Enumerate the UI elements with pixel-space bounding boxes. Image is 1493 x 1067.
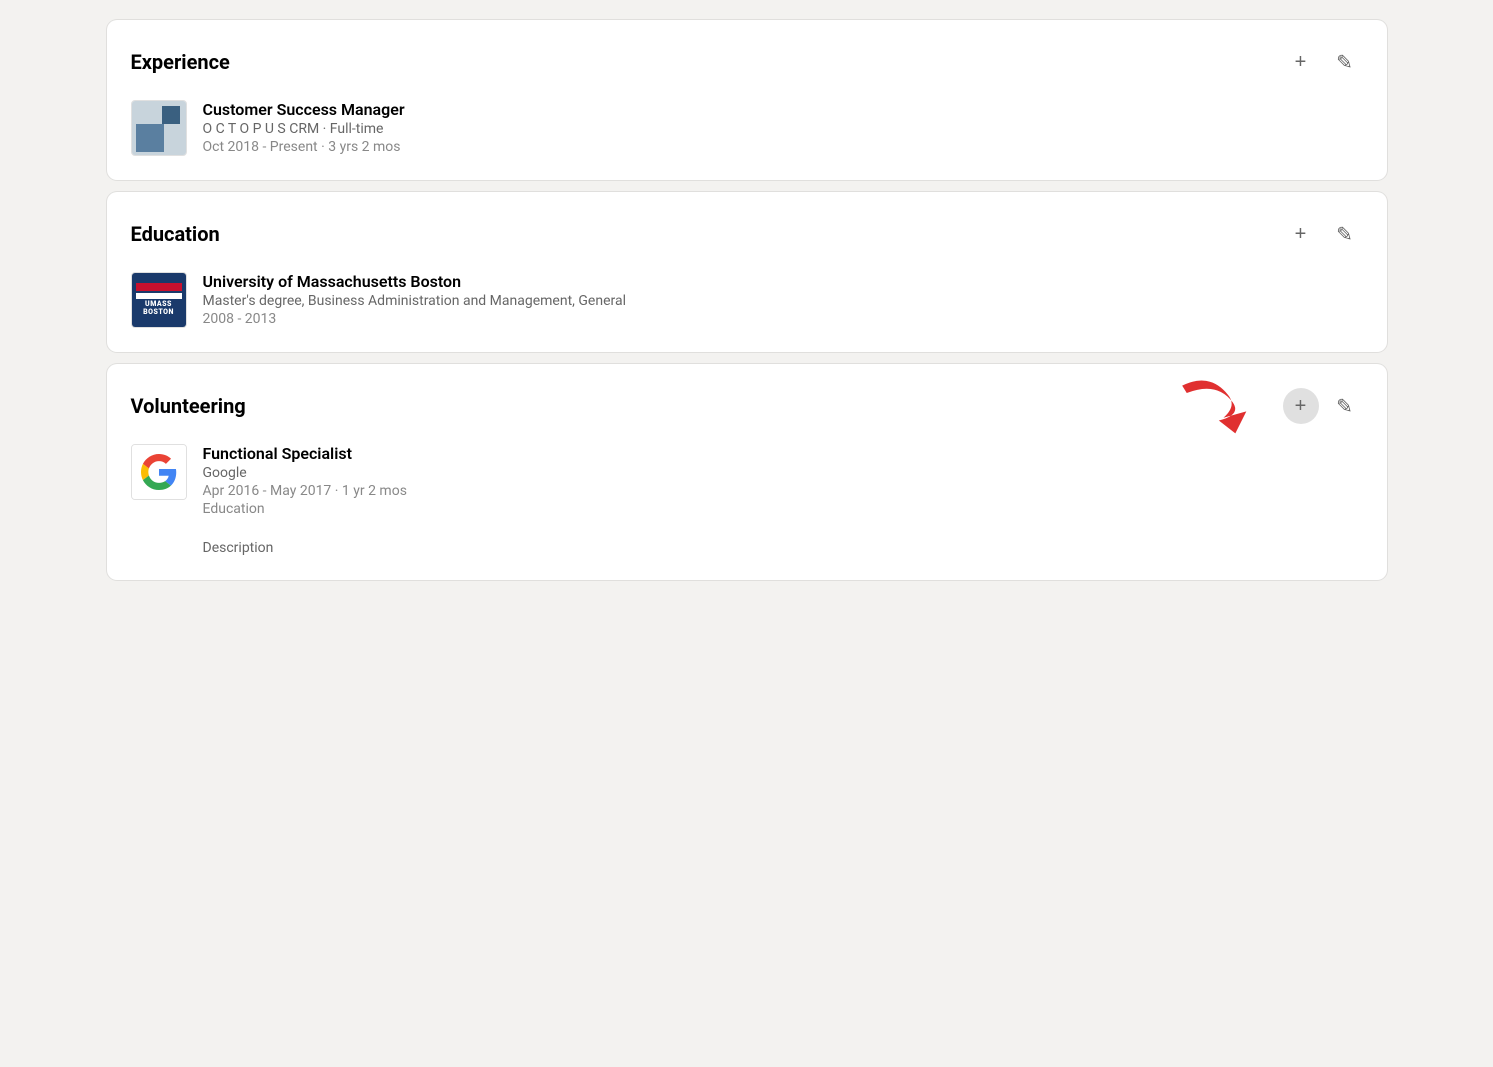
experience-edit-icon: ✎ bbox=[1336, 50, 1353, 75]
education-header: Education + ✎ bbox=[131, 216, 1363, 252]
volunteering-item: Functional Specialist Google Apr 2016 - … bbox=[131, 444, 1363, 556]
experience-add-button[interactable]: + bbox=[1283, 44, 1319, 80]
volunteer-role: Functional Specialist bbox=[203, 444, 407, 463]
education-add-icon: + bbox=[1295, 223, 1307, 246]
experience-header: Experience + ✎ bbox=[131, 44, 1363, 80]
experience-actions: + ✎ bbox=[1283, 44, 1363, 80]
experience-card: Experience + ✎ Customer Success Manager … bbox=[107, 20, 1387, 180]
company-name: O C T O P U S CRM · Full-time bbox=[203, 121, 405, 137]
volunteering-details: Functional Specialist Google Apr 2016 - … bbox=[203, 444, 407, 556]
education-item: UMASSBOSTON University of Massachusetts … bbox=[131, 272, 1363, 328]
google-logo bbox=[132, 444, 186, 500]
volunteer-category: Education bbox=[203, 501, 407, 517]
education-edit-icon: ✎ bbox=[1336, 222, 1353, 247]
volunteering-header: Volunteering + ✎ bbox=[131, 388, 1363, 424]
experience-dates: Oct 2018 - Present · 3 yrs 2 mos bbox=[203, 139, 405, 155]
experience-details: Customer Success Manager O C T O P U S C… bbox=[203, 100, 405, 155]
job-title: Customer Success Manager bbox=[203, 100, 405, 119]
education-details: University of Massachusetts Boston Maste… bbox=[203, 272, 626, 327]
octopus-crm-logo bbox=[132, 100, 186, 156]
education-add-button[interactable]: + bbox=[1283, 216, 1319, 252]
volunteering-add-icon: + bbox=[1295, 395, 1307, 418]
school-name: University of Massachusetts Boston bbox=[203, 272, 626, 291]
red-arrow-icon bbox=[1173, 364, 1283, 444]
arrow-annotation bbox=[1173, 364, 1283, 448]
volunteering-title: Volunteering bbox=[131, 394, 246, 418]
education-dates: 2008 - 2013 bbox=[203, 311, 626, 327]
school-logo: UMASSBOSTON bbox=[131, 272, 187, 328]
education-card: Education + ✎ UMASSBOSTON University of … bbox=[107, 192, 1387, 352]
experience-title: Experience bbox=[131, 50, 230, 74]
experience-item: Customer Success Manager O C T O P U S C… bbox=[131, 100, 1363, 156]
volunteering-actions: + ✎ bbox=[1283, 388, 1363, 424]
volunteering-card: Volunteering + ✎ bbox=[107, 364, 1387, 580]
experience-edit-button[interactable]: ✎ bbox=[1327, 44, 1363, 80]
volunteering-edit-button[interactable]: ✎ bbox=[1327, 388, 1363, 424]
volunteer-description-label: Description bbox=[203, 540, 407, 556]
education-actions: + ✎ bbox=[1283, 216, 1363, 252]
volunteering-add-button[interactable]: + bbox=[1283, 388, 1319, 424]
volunteer-dates: Apr 2016 - May 2017 · 1 yr 2 mos bbox=[203, 483, 407, 499]
volunteer-org-logo bbox=[131, 444, 187, 500]
umass-boston-logo: UMASSBOSTON bbox=[132, 272, 186, 328]
volunteer-org: Google bbox=[203, 465, 407, 481]
degree: Master's degree, Business Administration… bbox=[203, 293, 626, 309]
experience-add-icon: + bbox=[1295, 51, 1307, 74]
volunteering-edit-icon: ✎ bbox=[1336, 394, 1353, 419]
education-title: Education bbox=[131, 222, 220, 246]
company-logo bbox=[131, 100, 187, 156]
education-edit-button[interactable]: ✎ bbox=[1327, 216, 1363, 252]
